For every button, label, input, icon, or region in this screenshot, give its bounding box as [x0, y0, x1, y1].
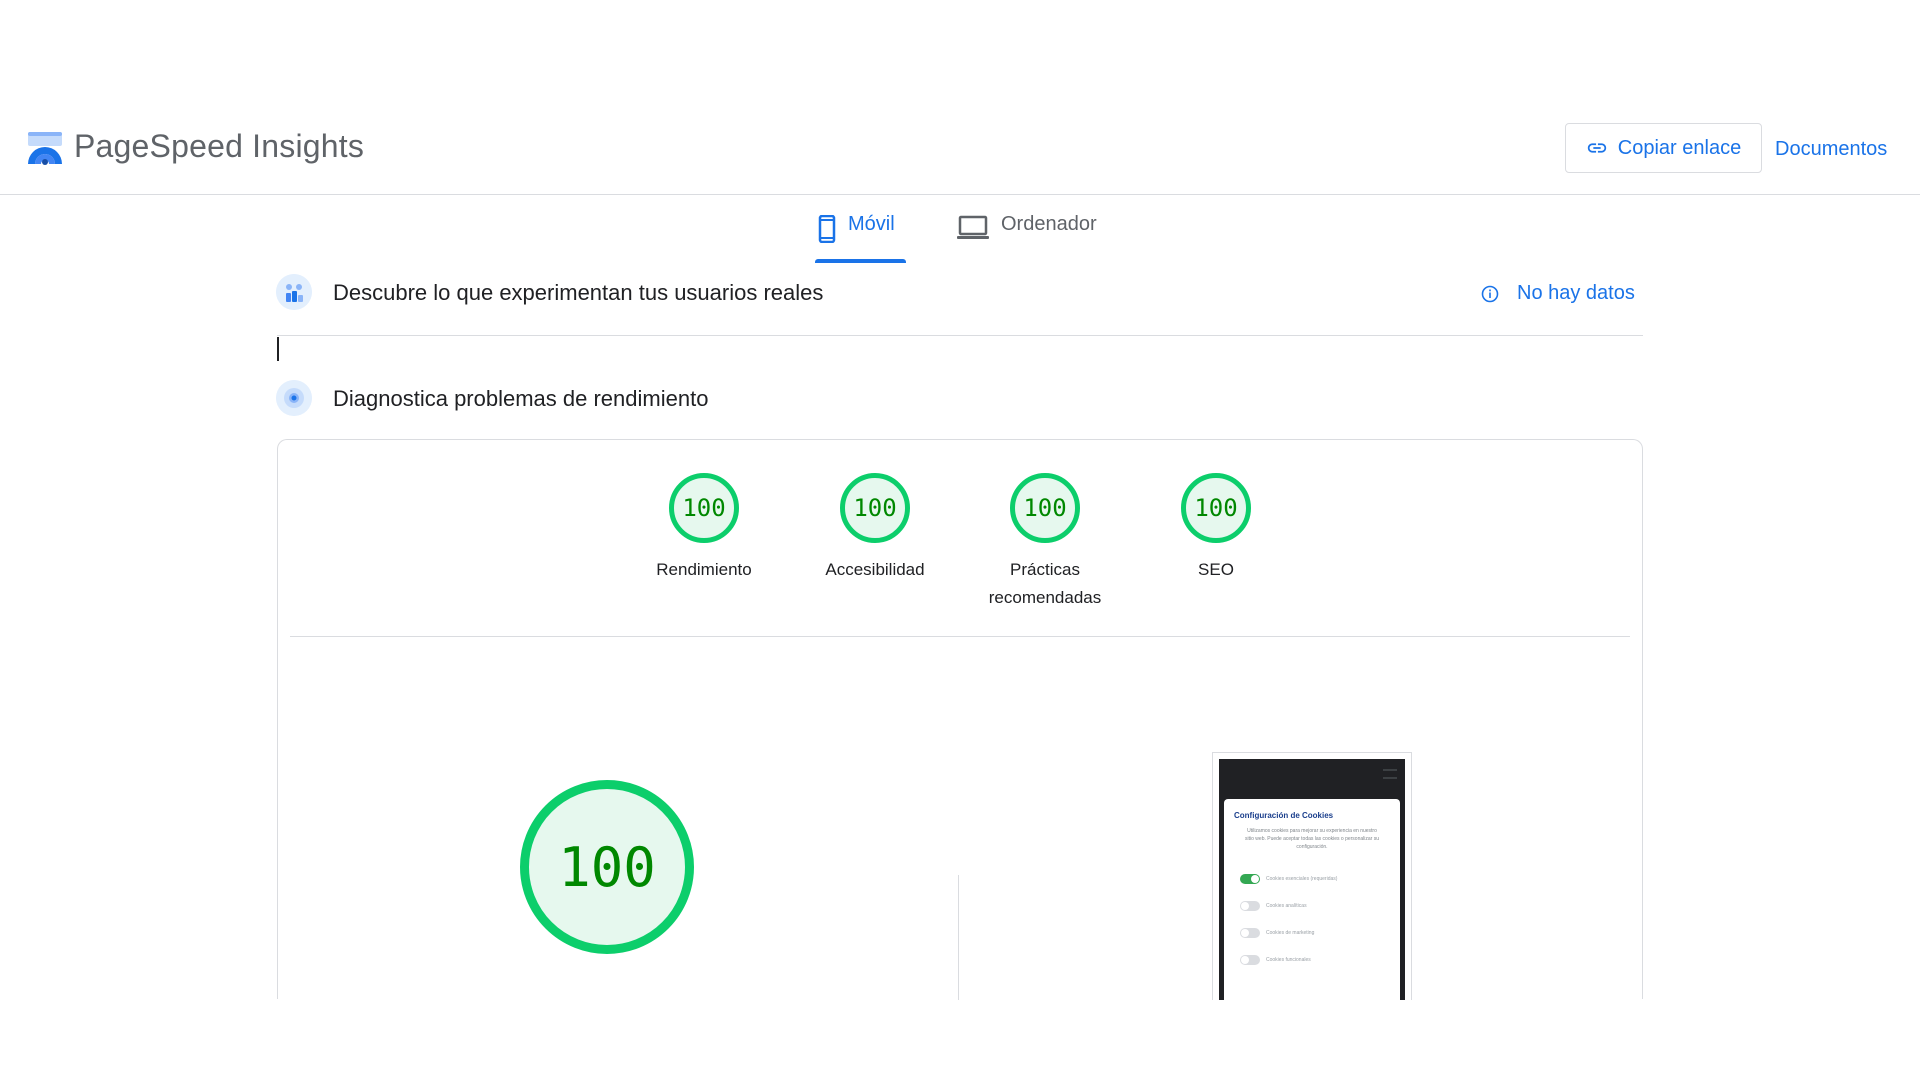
report-card [277, 439, 1643, 999]
copy-link-button[interactable]: Copiar enlace [1565, 123, 1762, 173]
tab-mobile-label: Móvil [848, 213, 895, 235]
laptop-icon [957, 215, 989, 239]
pagespeed-logo-icon [28, 132, 62, 165]
copy-link-label: Copiar enlace [1617, 136, 1742, 159]
cookie-toggle-label: Cookies funcionales [1266, 957, 1311, 963]
cookie-toggle-label: Cookies de marketing [1266, 930, 1315, 936]
active-tab-indicator [815, 259, 906, 263]
performance-score-gauge: 100 [520, 780, 694, 954]
link-icon [1587, 143, 1606, 153]
page-screenshot-preview: Configuración de Cookies Utilizamos cook… [1212, 752, 1412, 1000]
tab-desktop[interactable]: Ordenador [957, 213, 1097, 263]
cookie-modal-text: Utilizamos cookies para mejorar su exper… [1245, 828, 1379, 850]
no-data-label: No hay datos [1517, 282, 1635, 304]
text-cursor [277, 337, 279, 361]
score-label-seo: SEO [1198, 560, 1234, 579]
cookie-toggle-row: Cookies analíticas [1240, 901, 1307, 911]
users-data-icon [276, 274, 312, 310]
cookie-modal-title: Configuración de Cookies [1234, 811, 1334, 820]
score-gauge-seo[interactable]: 100 [1181, 473, 1251, 543]
toggle-switch-on [1240, 874, 1260, 884]
cookie-toggle-row: Cookies esenciales (requeridas) [1240, 874, 1337, 884]
toggle-switch-off [1240, 901, 1260, 911]
docs-link[interactable]: Documentos [1775, 138, 1887, 161]
diagnostics-icon [276, 380, 312, 416]
cookie-toggle-row: Cookies funcionales [1240, 955, 1311, 965]
score-label-best-practices: Prácticas recomendadas [988, 560, 1102, 607]
cookie-toggle-row: Cookies de marketing [1240, 928, 1314, 938]
tab-mobile[interactable]: Móvil [818, 213, 895, 263]
score-gauge-performance[interactable]: 100 [669, 473, 739, 543]
card-divider [290, 636, 1630, 637]
score-label-performance: Rendimiento [656, 560, 752, 579]
score-label-accessibility: Accesibilidad [825, 560, 925, 579]
app-title: PageSpeed Insights [74, 128, 365, 164]
top-header: PageSpeed Insights Copiar enlace Documen… [0, 100, 1920, 195]
info-icon [1481, 285, 1499, 302]
cookie-settings-modal: Configuración de Cookies Utilizamos cook… [1224, 799, 1400, 1000]
cookie-toggle-label: Cookies analíticas [1266, 903, 1307, 909]
phone-screen: Configuración de Cookies Utilizamos cook… [1219, 759, 1405, 1000]
score-gauge-best-practices[interactable]: 100 [1010, 473, 1080, 543]
no-data-link[interactable]: No hay datos [1481, 282, 1635, 305]
toggle-switch-off [1240, 955, 1260, 965]
section-divider [277, 335, 1643, 336]
vertical-separator [958, 875, 959, 1000]
lab-data-title: Diagnostica problemas de rendimiento [333, 386, 709, 411]
smartphone-icon [818, 215, 836, 243]
score-gauge-accessibility[interactable]: 100 [840, 473, 910, 543]
cookie-toggle-label: Cookies esenciales (requeridas) [1266, 876, 1338, 882]
tab-desktop-label: Ordenador [1001, 213, 1097, 235]
toggle-switch-off [1240, 928, 1260, 938]
field-data-title: Descubre lo que experimentan tus usuario… [333, 280, 824, 305]
hamburger-menu-icon [1383, 769, 1397, 779]
